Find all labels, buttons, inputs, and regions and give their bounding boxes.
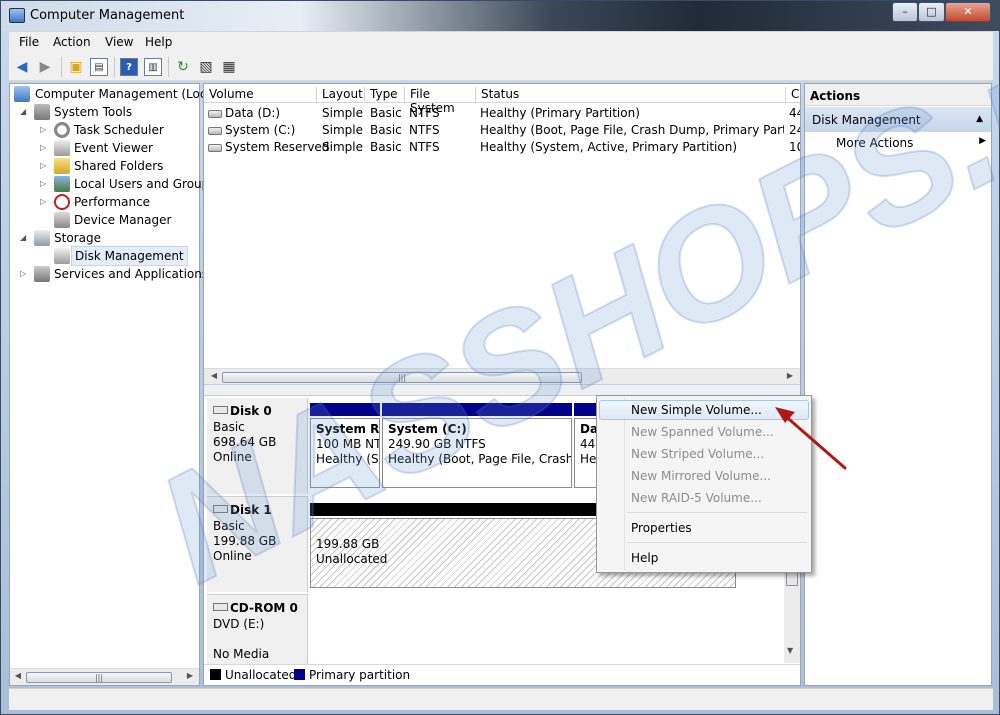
- help-icon[interactable]: ?: [120, 58, 138, 76]
- col-volume[interactable]: Volume: [204, 87, 316, 103]
- navigation-tree: Computer Management (Local ◢ System Tool…: [9, 83, 217, 686]
- partition-system-reserved[interactable]: System Re 100 MB NT Healthy (Sy: [310, 418, 380, 488]
- volume-list-header: Volume Layout Type File System Status C: [204, 84, 800, 115]
- menu-file[interactable]: File: [19, 35, 39, 49]
- expand-arrow-icon[interactable]: ◢: [20, 229, 26, 247]
- expand-arrow-icon[interactable]: ◢: [20, 103, 26, 121]
- cdrom-0-label[interactable]: CD-ROM 0 DVD (E:) No Media: [207, 594, 308, 664]
- forward-arrow-icon[interactable]: ▶: [36, 58, 54, 76]
- col-type[interactable]: Type: [364, 87, 404, 103]
- event-viewer-icon: [54, 140, 70, 156]
- status-bar: [9, 688, 993, 710]
- menu-help[interactable]: Help: [145, 35, 172, 49]
- scrollbar-thumb[interactable]: [786, 572, 798, 586]
- scroll-right-icon[interactable]: ▶: [784, 371, 796, 380]
- actions-header: Actions: [805, 84, 991, 106]
- refresh-icon[interactable]: ↻: [174, 58, 192, 76]
- toolbar: ◀ ▶ ▣ ▤ ? ▥ ↻ ▧ ▦: [9, 53, 993, 81]
- partition-bar: [382, 403, 572, 416]
- collapse-arrow-icon[interactable]: ▷: [40, 193, 46, 211]
- more-actions-link[interactable]: More Actions ▶: [836, 136, 990, 150]
- show-hide-tree-icon[interactable]: ▤: [90, 58, 108, 76]
- collapse-arrow-icon[interactable]: ▷: [40, 157, 46, 175]
- disk-management-pane: Volume Layout Type File System Status C …: [203, 83, 801, 686]
- clock-icon: [54, 122, 70, 138]
- menu-separator: [627, 512, 807, 513]
- close-button[interactable]: ✕: [945, 2, 991, 22]
- volume-list-horizontal-scrollbar[interactable]: ◀ ||| ▶: [204, 368, 800, 385]
- disk-1-label[interactable]: Disk 1 Basic 199.88 GB Online: [207, 496, 308, 592]
- main-window: Computer Management – □ ✕ File Action Vi…: [0, 0, 1000, 715]
- show-hide-action-pane-icon[interactable]: ▥: [144, 58, 162, 76]
- cdrom-icon: [213, 603, 228, 611]
- disk-management-icon: [54, 248, 70, 264]
- window-title: Computer Management: [30, 8, 185, 23]
- disk-0-label[interactable]: Disk 0 Basic 698.64 GB Online: [207, 398, 308, 494]
- scroll-down-icon[interactable]: ▼: [787, 646, 793, 655]
- title-bar[interactable]: Computer Management – □ ✕: [1, 1, 999, 31]
- tree-horizontal-scrollbar[interactable]: ◀ ||| ▶: [10, 668, 199, 685]
- toolbar-separator: [61, 57, 62, 77]
- tools-icon: [34, 104, 50, 120]
- scroll-left-icon[interactable]: ◀: [12, 671, 24, 680]
- menu-bar: File Action View Help: [9, 32, 993, 53]
- collapse-arrow-icon[interactable]: ▷: [40, 175, 46, 193]
- red-arrow-icon: [775, 407, 847, 470]
- maximize-button[interactable]: □: [918, 2, 945, 22]
- unallocated-swatch: [210, 669, 221, 680]
- volume-row[interactable]: System (C:) Simple Basic NTFS Healthy (B…: [204, 122, 800, 139]
- menu-action[interactable]: Action: [53, 35, 91, 49]
- minimize-button[interactable]: –: [892, 2, 918, 22]
- col-capacity[interactable]: C: [785, 87, 800, 103]
- chevron-right-icon: ▶: [979, 136, 986, 146]
- scrollbar-thumb[interactable]: |||: [26, 672, 172, 683]
- storage-icon: [34, 230, 50, 246]
- users-icon: [54, 176, 70, 192]
- drive-icon: [208, 144, 222, 152]
- col-status[interactable]: Status: [475, 87, 785, 103]
- col-layout[interactable]: Layout: [316, 87, 364, 103]
- disk-icon: [213, 406, 228, 414]
- scroll-left-icon[interactable]: ◀: [208, 371, 220, 380]
- computer-management-icon: [9, 8, 25, 23]
- up-folder-icon[interactable]: ▣: [67, 58, 85, 76]
- actions-pane: Actions Disk Management ▲ More Actions ▶: [804, 83, 992, 686]
- primary-partition-swatch: [294, 669, 305, 680]
- scrollbar-thumb[interactable]: |||: [222, 372, 582, 383]
- properties-icon[interactable]: ▧: [197, 58, 215, 76]
- disk-tool-icon[interactable]: ▦: [220, 58, 238, 76]
- legend: Unallocated Primary partition: [204, 664, 800, 685]
- computer-icon: [14, 86, 30, 102]
- menu-help[interactable]: Help: [599, 548, 809, 568]
- partition-system-c[interactable]: System (C:) 249.90 GB NTFS Healthy (Boot…: [382, 418, 572, 488]
- disk-icon: [213, 505, 228, 513]
- shared-folder-icon: [54, 158, 70, 174]
- menu-separator: [627, 542, 807, 543]
- volume-row[interactable]: Data (D:) Simple Basic NTFS Healthy (Pri…: [204, 105, 800, 122]
- toolbar-separator: [114, 57, 115, 77]
- actions-section-disk-management[interactable]: Disk Management ▲: [805, 107, 991, 132]
- back-arrow-icon[interactable]: ◀: [13, 58, 31, 76]
- toolbar-separator: [168, 57, 169, 77]
- menu-view[interactable]: View: [105, 35, 133, 49]
- scroll-right-icon[interactable]: ▶: [184, 671, 196, 680]
- device-manager-icon: [54, 212, 70, 228]
- collapse-arrow-icon[interactable]: ▷: [40, 139, 46, 157]
- collapse-up-icon[interactable]: ▲: [976, 114, 983, 124]
- menu-new-raid5-volume[interactable]: New RAID-5 Volume...: [599, 488, 809, 508]
- collapse-arrow-icon[interactable]: ▷: [20, 265, 26, 283]
- col-file-system[interactable]: File System: [404, 87, 476, 115]
- collapse-arrow-icon[interactable]: ▷: [40, 121, 46, 139]
- services-icon: [34, 266, 50, 282]
- partition-bar: [310, 403, 380, 416]
- drive-icon: [208, 127, 222, 135]
- volume-row[interactable]: System Reserved Simple Basic NTFS Health…: [204, 139, 800, 156]
- performance-icon: [54, 194, 70, 210]
- drive-icon: [208, 110, 222, 118]
- menu-properties[interactable]: Properties: [599, 518, 809, 538]
